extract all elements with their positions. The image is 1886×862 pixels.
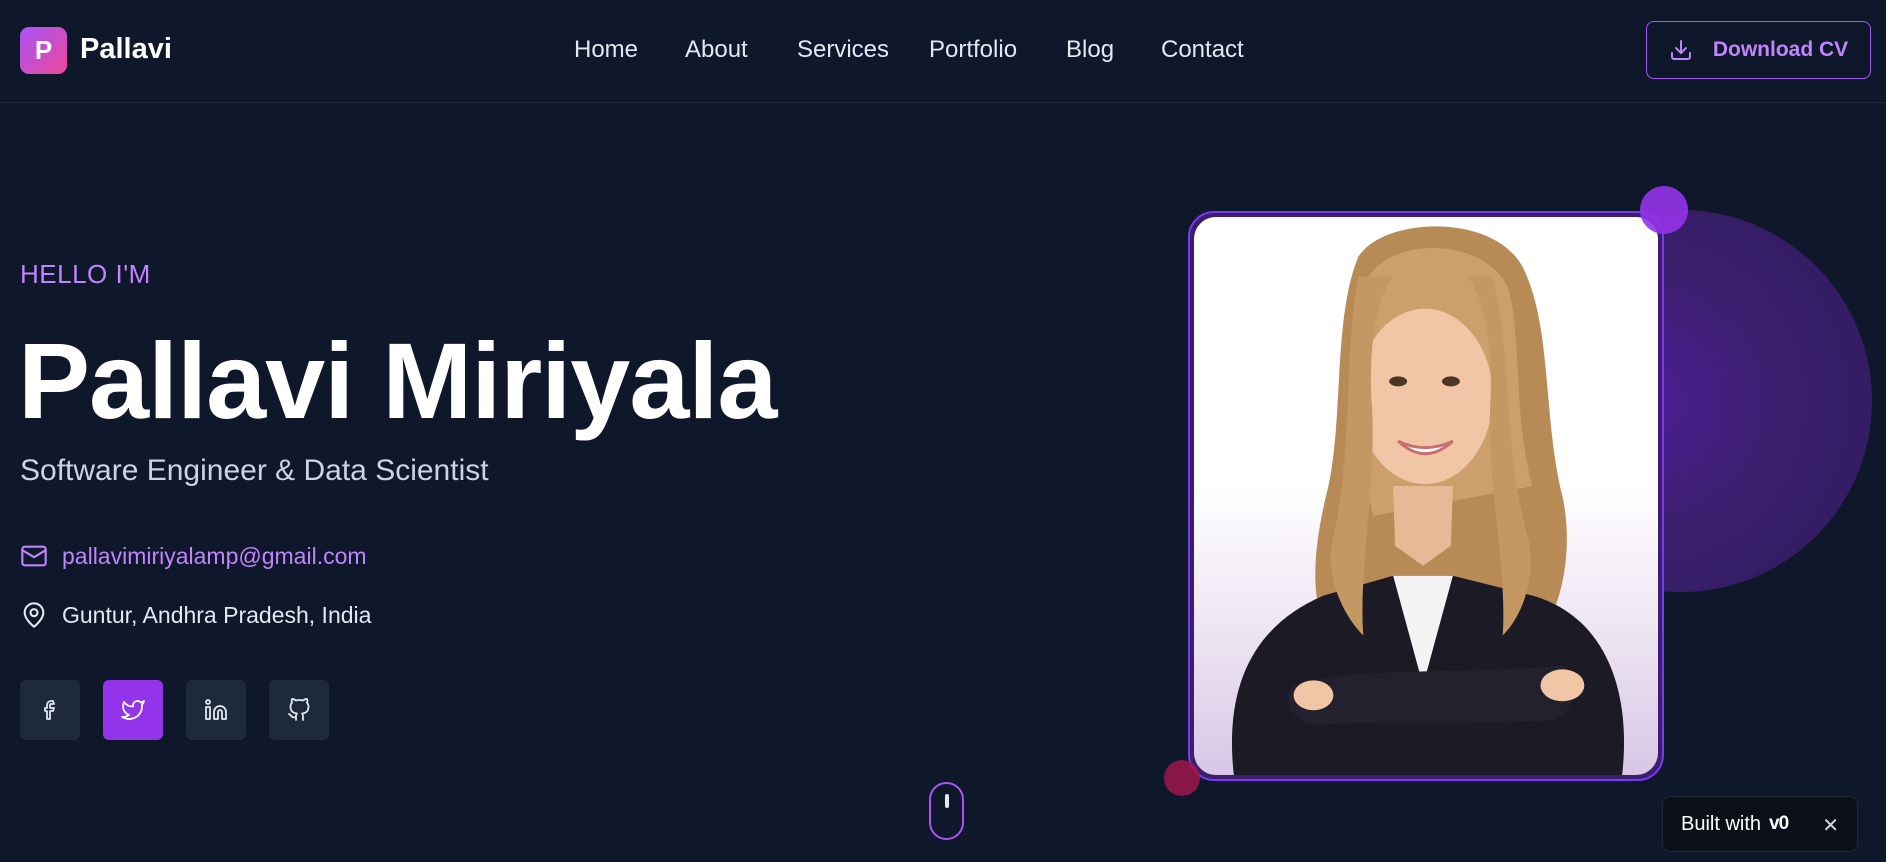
profile-photo-frame [1188, 211, 1664, 781]
location-contact: Guntur, Andhra Pradesh, India [20, 601, 371, 629]
greeting-text: HELLO I'M [20, 259, 151, 289]
built-with-badge[interactable]: Built with v0 ✕ [1662, 796, 1858, 852]
facebook-button[interactable] [20, 680, 80, 740]
github-icon [288, 698, 310, 721]
logo-name[interactable]: Pallavi [80, 33, 172, 66]
twitter-icon [121, 700, 145, 720]
download-icon [1670, 40, 1691, 60]
v0-logo: v0 [1769, 813, 1789, 834]
site-header: P Pallavi Home About Services Portfolio … [0, 0, 1886, 103]
nav-home[interactable]: Home [574, 36, 638, 64]
close-icon[interactable]: ✕ [1822, 813, 1839, 838]
mail-icon [21, 545, 47, 567]
built-with-text: Built with [1681, 812, 1762, 835]
hero-subtitle: Software Engineer & Data Scientist [20, 454, 489, 487]
scroll-wheel [945, 794, 949, 808]
hero-name: Pallavi Miriyala [18, 320, 777, 441]
logo-badge[interactable]: P [20, 27, 67, 74]
email-contact[interactable]: pallavimiriyalamp@gmail.com [20, 542, 367, 570]
portfolio-page: P Pallavi Home About Services Portfolio … [0, 0, 1886, 862]
map-pin-icon [23, 602, 45, 628]
decorative-dot-bottom [1164, 760, 1200, 796]
nav-services[interactable]: Services [797, 36, 889, 64]
facebook-icon [44, 700, 55, 720]
twitter-button[interactable] [103, 680, 163, 740]
download-cv-button[interactable]: Download CV [1646, 21, 1871, 79]
linkedin-icon [205, 699, 227, 720]
email-link[interactable]: pallavimiriyalamp@gmail.com [62, 543, 367, 570]
download-cv-label: Download CV [1712, 38, 1849, 61]
profile-photo [1194, 217, 1658, 775]
linkedin-button[interactable] [186, 680, 246, 740]
nav-portfolio[interactable]: Portfolio [929, 36, 1017, 64]
portrait-illustration [1231, 226, 1625, 775]
decorative-dot-top [1640, 186, 1688, 234]
github-button[interactable] [269, 680, 329, 740]
location-text: Guntur, Andhra Pradesh, India [62, 601, 372, 628]
nav-about[interactable]: About [685, 36, 748, 64]
nav-blog[interactable]: Blog [1066, 36, 1114, 64]
logo-letter: P [34, 35, 53, 65]
scroll-indicator[interactable] [929, 782, 964, 840]
nav-contact[interactable]: Contact [1161, 36, 1244, 64]
